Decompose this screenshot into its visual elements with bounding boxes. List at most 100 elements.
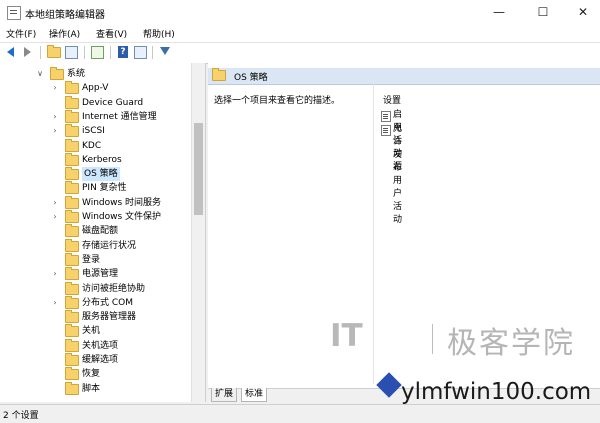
group-policy-editor-icon xyxy=(7,6,21,20)
tree-item[interactable]: Device Guard xyxy=(0,95,190,110)
tree-item[interactable]: › Windows 文件保护 xyxy=(0,210,190,224)
pane-divider[interactable] xyxy=(373,84,374,384)
tab-extended[interactable]: 扩展 xyxy=(211,388,238,402)
chevron-right-icon[interactable]: › xyxy=(51,110,59,124)
forward-arrow-icon xyxy=(24,47,31,57)
menu-help[interactable]: 帮助(H) xyxy=(143,27,175,40)
menu-file[interactable]: 文件(F) xyxy=(6,27,36,40)
tree-item[interactable]: 访问被拒绝协助 xyxy=(0,281,190,296)
watermark-it-text: IT xyxy=(330,318,363,354)
tree-item[interactable]: › 电源管理 xyxy=(0,267,190,281)
tree-item[interactable]: › App-V xyxy=(0,81,190,95)
policy-setting-icon xyxy=(381,125,391,136)
watermark-site-text: ylmfwin100.com xyxy=(401,379,592,405)
up-folder-button[interactable] xyxy=(46,45,61,59)
back-arrow-icon xyxy=(7,47,14,57)
tree-item[interactable]: › iSCSI xyxy=(0,124,190,138)
tree-item-label: 分布式 COM xyxy=(82,297,133,308)
tree-item[interactable]: 存储运行状况 xyxy=(0,238,190,253)
watermark-divider xyxy=(432,324,433,354)
tree-item[interactable]: Kerberos xyxy=(0,152,190,167)
tree-item[interactable]: 脚本 xyxy=(0,381,190,396)
folder-icon xyxy=(65,353,79,366)
menu-bar: 文件(F) 操作(A) 查看(V) 帮助(H) xyxy=(0,25,600,42)
tree-item[interactable]: OS 策略 xyxy=(0,167,190,182)
tree-scrollbar-thumb[interactable] xyxy=(194,123,203,215)
show-hide-tree-button[interactable] xyxy=(64,45,78,59)
tree-item[interactable]: › 分布式 COM xyxy=(0,295,190,310)
tree-item[interactable]: ∨ 系统 xyxy=(0,67,190,81)
tree-item[interactable]: › Internet 通信管理 xyxy=(0,109,190,124)
folder-icon xyxy=(65,81,79,95)
menu-action[interactable]: 操作(A) xyxy=(49,27,80,40)
tree-item[interactable]: 关机 xyxy=(0,324,190,338)
status-text: 2 个设置 xyxy=(3,411,39,421)
tree-item-label: 恢复 xyxy=(82,369,101,380)
tree-item[interactable]: › Windows 时间服务 xyxy=(0,195,190,210)
console-tree-icon xyxy=(65,46,78,59)
tree-item[interactable]: PIN 复杂性 xyxy=(0,181,190,195)
chevron-right-icon[interactable]: › xyxy=(51,124,59,138)
export-icon xyxy=(91,46,104,59)
tree-item-label: App-V xyxy=(82,83,109,94)
toolbar-separator xyxy=(110,46,111,59)
tree-item-label: Windows 文件保护 xyxy=(82,212,162,222)
tree-item[interactable]: 恢复 xyxy=(0,367,190,381)
folder-icon xyxy=(65,224,79,238)
help-button[interactable]: ? xyxy=(116,45,130,59)
chevron-right-icon[interactable]: › xyxy=(51,81,59,95)
tree-item-label: 关机选项 xyxy=(82,340,119,351)
folder-icon xyxy=(65,167,79,181)
settings-column-header[interactable]: 设置 xyxy=(383,93,401,106)
tree-scrollbar[interactable] xyxy=(191,63,205,402)
tree-item-label: Internet 通信管理 xyxy=(82,111,157,122)
folder-icon xyxy=(65,381,79,395)
tree-item[interactable]: 磁盘配额 xyxy=(0,224,190,238)
close-button[interactable]: ✕ xyxy=(566,0,600,25)
folder-icon xyxy=(65,267,79,281)
status-bar: 2 个设置 xyxy=(0,404,600,423)
folder-icon xyxy=(65,252,79,266)
folder-icon xyxy=(65,152,79,166)
folder-icon xyxy=(65,295,79,309)
tree-item-label: Kerberos xyxy=(82,154,122,165)
details-title: OS 策略 xyxy=(234,73,268,83)
chevron-right-icon[interactable]: › xyxy=(51,267,59,281)
title-bar: 本地组策略编辑器 — ☐ ✕ xyxy=(0,0,600,25)
back-button[interactable] xyxy=(4,45,18,59)
folder-icon xyxy=(65,238,79,252)
chevron-right-icon[interactable]: › xyxy=(51,210,59,224)
menu-view[interactable]: 查看(V) xyxy=(96,27,127,40)
tree-item-label: 脚本 xyxy=(82,383,101,394)
tree-item[interactable]: 服务器管理器 xyxy=(0,310,190,324)
properties-button[interactable] xyxy=(133,45,147,59)
filter-icon xyxy=(160,47,170,55)
filter-button[interactable] xyxy=(158,45,172,59)
forward-button[interactable] xyxy=(20,45,34,59)
tree-item[interactable]: 关机选项 xyxy=(0,338,190,353)
maximize-button[interactable]: ☐ xyxy=(526,0,560,25)
policy-setting-icon xyxy=(381,111,391,122)
tree-item-label: 登录 xyxy=(82,254,101,265)
folder-icon xyxy=(65,281,79,295)
tree-item[interactable]: 缓解选项 xyxy=(0,353,190,367)
chevron-right-icon[interactable]: › xyxy=(51,196,59,210)
tree-item[interactable]: KDC xyxy=(0,138,190,153)
toolbar-separator xyxy=(40,46,41,59)
chevron-down-icon[interactable]: ∨ xyxy=(36,67,44,81)
folder-icon xyxy=(65,181,79,195)
folder-icon xyxy=(65,310,79,324)
tree-item-label: 关机 xyxy=(82,326,101,337)
folder-icon xyxy=(65,195,79,209)
tab-standard[interactable]: 标准 xyxy=(241,388,268,402)
chevron-right-icon[interactable]: › xyxy=(51,296,59,310)
export-list-button[interactable] xyxy=(90,45,104,59)
tree-item-label: KDC xyxy=(82,140,102,151)
folder-icon xyxy=(65,324,79,338)
help-icon: ? xyxy=(118,46,128,58)
toolbar-separator xyxy=(152,46,153,59)
tree-item[interactable]: 登录 xyxy=(0,252,190,267)
tree-item-label: Device Guard xyxy=(82,97,144,108)
minimize-button[interactable]: — xyxy=(482,0,516,25)
folder-icon xyxy=(65,95,79,109)
